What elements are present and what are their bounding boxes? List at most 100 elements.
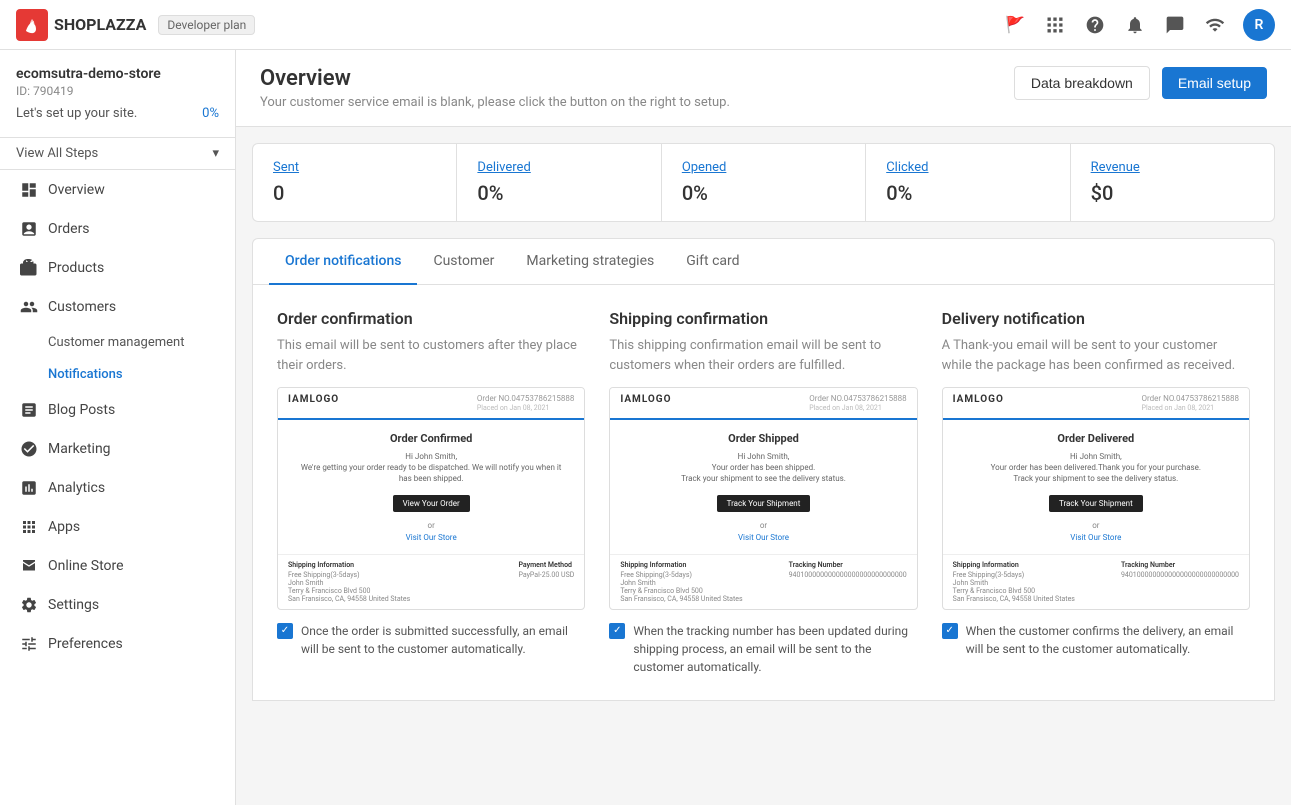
wifi-icon[interactable] <box>1203 13 1227 37</box>
sidebar-item-blog-posts[interactable]: Blog Posts <box>4 391 231 429</box>
sidebar-item-label-customers: Customers <box>48 299 116 315</box>
sidebar-item-overview[interactable]: Overview <box>4 171 231 209</box>
stat-value-delivered: 0% <box>477 181 640 205</box>
page-subtitle: Your customer service email is blank, pl… <box>260 95 730 110</box>
email-preview-order-confirmation[interactable]: IAMLOGO Order NO.04753786215888Placed on… <box>277 387 585 610</box>
tab-gift-card[interactable]: Gift card <box>670 239 755 285</box>
card-desc-order-confirmation: This email will be sent to customers aft… <box>277 336 585 375</box>
preferences-icon <box>20 635 38 653</box>
page-header: Overview Your customer service email is … <box>236 50 1291 127</box>
blog-icon <box>20 401 38 419</box>
sidebar-item-label-settings: Settings <box>48 597 99 613</box>
sidebar-item-label-blog: Blog Posts <box>48 402 115 418</box>
email-preview-shipping-confirmation[interactable]: IAMLOGO Order NO.04753786215888Placed on… <box>609 387 917 610</box>
marketing-icon <box>20 440 38 458</box>
checkbox-text-3: When the customer confirms the delivery,… <box>966 622 1250 658</box>
sidebar-item-settings[interactable]: Settings <box>4 586 231 624</box>
stat-value-clicked: 0% <box>886 181 1049 205</box>
data-breakdown-button[interactable]: Data breakdown <box>1014 66 1150 100</box>
header-actions: Data breakdown Email setup <box>1014 66 1267 100</box>
card-order-confirmation: Order confirmation This email will be se… <box>277 309 585 676</box>
logo-icon <box>16 9 48 41</box>
email-setup-button[interactable]: Email setup <box>1162 67 1267 99</box>
sidebar-item-products[interactable]: Products <box>4 249 231 287</box>
orders-icon <box>20 220 38 238</box>
tab-marketing-strategies[interactable]: Marketing strategies <box>510 239 670 285</box>
tabs: Order notifications Customer Marketing s… <box>253 239 1274 285</box>
stat-value-opened: 0% <box>682 181 845 205</box>
sidebar-item-analytics[interactable]: Analytics <box>4 469 231 507</box>
main-content: Overview Your customer service email is … <box>236 50 1291 805</box>
sidebar-item-online-store[interactable]: Online Store <box>4 547 231 585</box>
header-left: SHOPLAZZA Developer plan <box>16 9 255 41</box>
chevron-down-icon: ▾ <box>212 146 219 161</box>
flag-icon[interactable]: 🚩 <box>1003 13 1027 37</box>
checkbox-row-2: ✓ When the tracking number has been upda… <box>609 622 917 676</box>
brand-name: SHOPLAZZA <box>54 15 146 34</box>
sidebar-item-notifications[interactable]: Notifications <box>4 359 231 390</box>
card-title-delivery-notification: Delivery notification <box>942 309 1250 328</box>
checkbox-row-3: ✓ When the customer confirms the deliver… <box>942 622 1250 658</box>
checkbox-shipping-confirmation[interactable]: ✓ <box>609 623 625 639</box>
bell-icon[interactable] <box>1123 13 1147 37</box>
sidebar-item-label-online-store: Online Store <box>48 558 124 574</box>
sidebar-item-label-analytics: Analytics <box>48 480 105 496</box>
checkbox-delivery-notification[interactable]: ✓ <box>942 623 958 639</box>
card-shipping-confirmation: Shipping confirmation This shipping conf… <box>609 309 917 676</box>
chat-icon[interactable] <box>1163 13 1187 37</box>
tabs-container: Order notifications Customer Marketing s… <box>252 238 1275 285</box>
sidebar-item-label-products: Products <box>48 260 104 276</box>
store-id: ID: 790419 <box>16 84 219 98</box>
store-icon <box>20 557 38 575</box>
stat-revenue: Revenue $0 <box>1071 144 1274 221</box>
sidebar-item-orders[interactable]: Orders <box>4 210 231 248</box>
avatar[interactable]: R <box>1243 9 1275 41</box>
card-desc-shipping-confirmation: This shipping confirmation email will be… <box>609 336 917 375</box>
email-body-3: Order Delivered Hi John Smith,Your order… <box>943 420 1249 554</box>
content-area: Order confirmation This email will be se… <box>252 285 1275 701</box>
email-body-2: Order Shipped Hi John Smith,Your order h… <box>610 420 916 554</box>
store-name: ecomsutra-demo-store <box>16 66 219 82</box>
sidebar-item-apps[interactable]: Apps <box>4 508 231 546</box>
tab-customer[interactable]: Customer <box>417 239 510 285</box>
help-icon[interactable] <box>1083 13 1107 37</box>
email-header-bar: IAMLOGO Order NO.04753786215888Placed on… <box>278 388 584 420</box>
products-icon <box>20 259 38 277</box>
setup-text: Let's set up your site. <box>16 106 137 121</box>
sidebar-item-marketing[interactable]: Marketing <box>4 430 231 468</box>
sidebar-item-label-marketing: Marketing <box>48 441 111 457</box>
stat-delivered: Delivered 0% <box>457 144 661 221</box>
plan-badge: Developer plan <box>158 15 255 35</box>
sidebar-item-label-orders: Orders <box>48 221 90 237</box>
checkbox-row-1: ✓ Once the order is submitted successful… <box>277 622 585 658</box>
email-preview-delivery-notification[interactable]: IAMLOGO Order NO.04753786215888Placed on… <box>942 387 1250 610</box>
sidebar-item-preferences[interactable]: Preferences <box>4 625 231 663</box>
grid-icon[interactable] <box>1043 13 1067 37</box>
sidebar: ecomsutra-demo-store ID: 790419 Let's se… <box>0 50 236 805</box>
email-header-bar-3: IAMLOGO Order NO.04753786215888Placed on… <box>943 388 1249 420</box>
apps-icon <box>20 518 38 536</box>
checkbox-text-2: When the tracking number has been update… <box>633 622 917 676</box>
tab-order-notifications[interactable]: Order notifications <box>269 239 417 285</box>
store-info: ecomsutra-demo-store ID: 790419 Let's se… <box>0 50 235 138</box>
stat-label-delivered[interactable]: Delivered <box>477 160 640 175</box>
sidebar-item-customer-management[interactable]: Customer management <box>4 327 231 358</box>
top-header: SHOPLAZZA Developer plan 🚩 R <box>0 0 1291 50</box>
page-header-left: Overview Your customer service email is … <box>260 66 730 110</box>
stat-clicked: Clicked 0% <box>866 144 1070 221</box>
analytics-icon <box>20 479 38 497</box>
sidebar-item-customers[interactable]: Customers <box>4 288 231 326</box>
stat-sent: Sent 0 <box>253 144 457 221</box>
card-delivery-notification: Delivery notification A Thank-you email … <box>942 309 1250 676</box>
stat-label-sent[interactable]: Sent <box>273 160 436 175</box>
stat-value-sent: 0 <box>273 181 436 205</box>
view-all-steps[interactable]: View All Steps ▾ <box>0 138 235 170</box>
stat-label-revenue[interactable]: Revenue <box>1091 160 1254 175</box>
checkbox-order-confirmation[interactable]: ✓ <box>277 623 293 639</box>
logo[interactable]: SHOPLAZZA <box>16 9 146 41</box>
stat-label-opened[interactable]: Opened <box>682 160 845 175</box>
stat-label-clicked[interactable]: Clicked <box>886 160 1049 175</box>
setup-row: Let's set up your site. 0% <box>16 106 219 121</box>
card-title-shipping-confirmation: Shipping confirmation <box>609 309 917 328</box>
sidebar-item-label-preferences: Preferences <box>48 636 123 652</box>
